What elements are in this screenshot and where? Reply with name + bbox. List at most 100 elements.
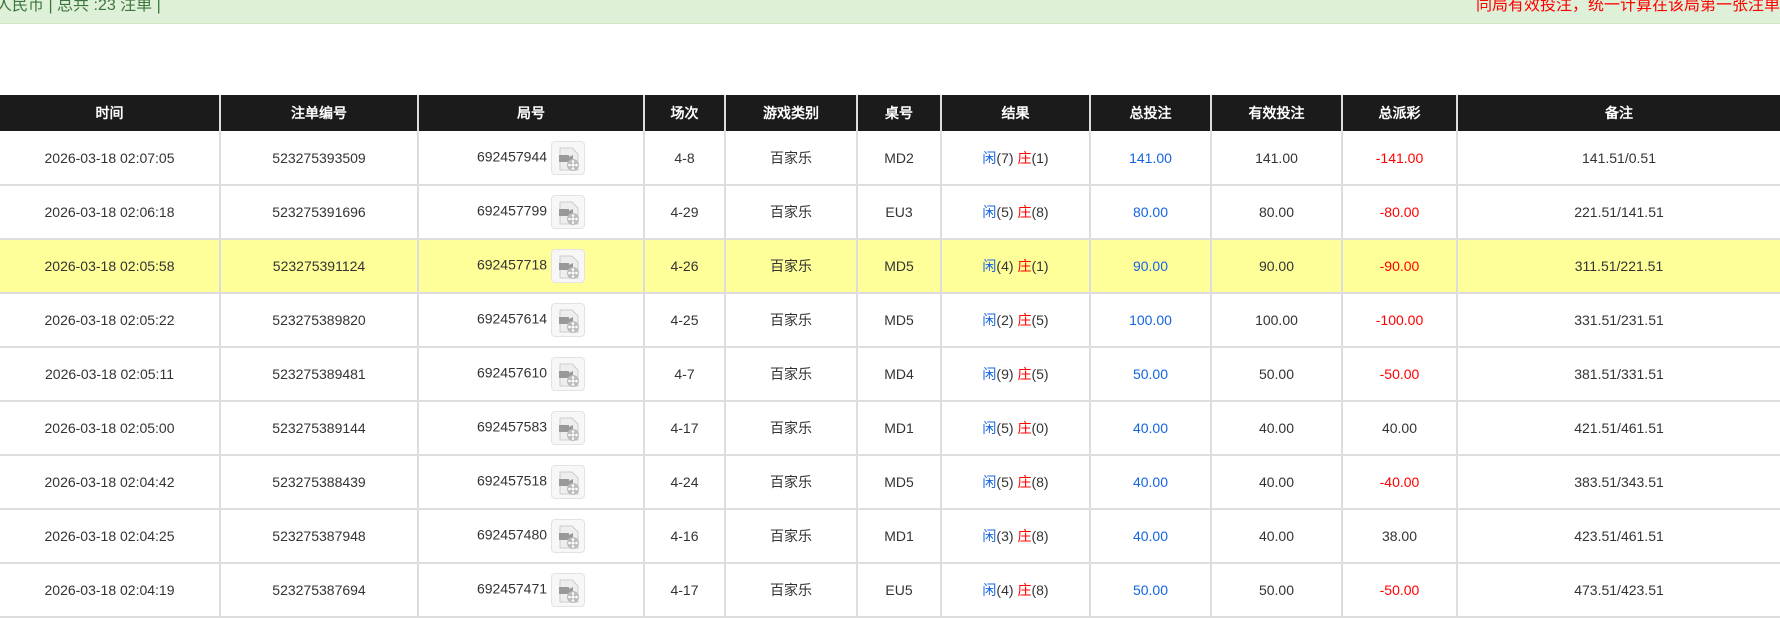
total-bet-cell: 50.00 [1089,563,1211,618]
bet-id-cell: 523275391124 [219,239,418,294]
round-id-cell: 692457583 [417,401,644,456]
payout-cell: 38.00 [1341,509,1457,564]
result-cell: 闲(2) 庄(5) [940,293,1090,348]
time-cell: 2026-03-18 02:04:42 [0,455,220,510]
total-bet-cell: 90.00 [1089,239,1211,294]
round-id: 692457518 [476,472,548,489]
payout-cell: -50.00 [1341,563,1457,618]
shoe-cell: 4-17 [643,401,725,456]
table-no-cell: MD5 [856,239,941,294]
payout-cell: -90.00 [1341,239,1457,294]
banker-score: (8) [1031,582,1049,598]
payout-cell: -100.00 [1341,293,1457,348]
video-replay-icon[interactable] [551,357,586,391]
column-header-note: 备注 [1456,95,1780,131]
game-type-cell: 百家乐 [724,455,857,510]
game-type-cell: 百家乐 [724,239,857,294]
game-type-cell: 百家乐 [724,563,857,618]
player-score: (9) [996,366,1014,382]
player-label: 闲 [982,149,997,166]
video-replay-icon[interactable] [551,303,586,337]
note-cell: 423.51/461.51 [1456,509,1780,564]
table-no-cell: MD1 [856,401,941,456]
shoe-cell: 4-26 [643,239,725,294]
note-cell: 311.51/221.51 [1456,239,1780,294]
round-id: 692457471 [476,580,548,597]
table-row: 2026-03-18 02:04:19 523275387694 692457471… [0,563,1780,618]
banker-label: 庄 [1017,474,1032,490]
player-score: (5) [996,204,1014,220]
video-replay-icon[interactable] [551,249,586,283]
table-row: 2026-03-18 02:04:25 523275387948 692457480… [0,509,1780,564]
video-replay-icon[interactable] [551,573,586,607]
bet-records-table: 时间 注单编号 局号 场次 游戏类别 桌号 结果 总投注 有效投注 总派彩 备注 2026-03-1… [0,95,1780,618]
payout-cell: -80.00 [1341,185,1457,240]
time-cell: 2026-03-18 02:05:11 [0,347,220,402]
round-id: 692457944 [476,148,548,165]
player-label: 闲 [982,204,997,220]
valid-bet-cell: 141.00 [1210,131,1342,186]
player-score: (4) [996,258,1014,274]
payout-cell: -40.00 [1341,455,1457,510]
total-bet-cell: 80.00 [1089,185,1211,240]
bet-id-cell: 523275388439 [219,455,418,510]
table-no-cell: MD4 [856,347,941,402]
table-row: 2026-03-18 02:06:18 523275391696 692457799… [0,185,1780,240]
banker-score: (5) [1031,312,1049,328]
payout-cell: -50.00 [1341,347,1457,402]
column-header-time: 时间 [0,95,220,131]
shoe-cell: 4-17 [643,563,725,618]
result-cell: 闲(3) 庄(8) [940,509,1090,564]
total-bet-cell: 40.00 [1089,509,1211,564]
player-score: (4) [996,582,1014,598]
game-type-cell: 百家乐 [724,509,857,564]
table-row: 2026-03-18 02:05:11 523275389481 692457610… [0,347,1780,402]
note-cell: 331.51/231.51 [1456,293,1780,348]
game-type-cell: 百家乐 [724,347,857,402]
summary-text: 人民币 | 总共 :23 注单 | [0,0,161,14]
video-replay-icon[interactable] [551,465,586,499]
bet-id-cell: 523275389144 [219,401,418,456]
shoe-cell: 4-24 [643,455,725,510]
bet-id-cell: 523275391696 [219,185,418,240]
table-no-cell: MD5 [856,293,941,348]
round-id: 692457583 [476,418,548,435]
round-id-cell: 692457614 [417,293,644,348]
note-cell: 381.51/331.51 [1456,347,1780,402]
round-id-cell: 692457718 [417,239,644,294]
shoe-cell: 4-16 [643,509,725,564]
column-header-valid-bet: 有效投注 [1210,95,1342,131]
game-type-cell: 百家乐 [724,185,857,240]
time-cell: 2026-03-18 02:04:25 [0,509,220,564]
banker-score: (8) [1031,528,1049,544]
summary-bar: 人民币 | 总共 :23 注单 | 同局有效投注，统一计算在该局第一张注单 [0,0,1780,24]
round-id-cell: 692457799 [417,185,644,240]
player-label: 闲 [982,258,997,274]
video-replay-icon[interactable] [551,411,586,445]
time-cell: 2026-03-18 02:07:05 [0,131,220,186]
column-header-payout: 总派彩 [1341,95,1457,131]
table-row: 2026-03-18 02:04:42 523275388439 692457518… [0,455,1780,510]
player-score: (3) [996,528,1014,544]
video-replay-icon[interactable] [551,519,586,553]
round-id-cell: 692457518 [417,455,644,510]
round-id: 692457799 [476,202,548,219]
table-no-cell: MD5 [856,455,941,510]
result-cell: 闲(7) 庄(1) [940,131,1090,186]
table-row: 2026-03-18 02:05:00 523275389144 692457583… [0,401,1780,456]
time-cell: 2026-03-18 02:05:00 [0,401,220,456]
player-label: 闲 [982,366,997,382]
table-no-cell: MD1 [856,509,941,564]
video-replay-icon[interactable] [551,195,586,229]
video-replay-icon[interactable] [551,140,586,175]
player-score: (5) [996,420,1014,436]
total-bet-cell: 100.00 [1089,293,1211,348]
note-cell: 473.51/423.51 [1456,563,1780,618]
game-type-cell: 百家乐 [724,131,857,186]
round-id-cell: 692457471 [417,563,644,618]
result-cell: 闲(4) 庄(1) [940,239,1090,294]
column-header-game-type: 游戏类别 [724,95,857,131]
result-cell: 闲(9) 庄(5) [940,347,1090,402]
player-label: 闲 [982,420,997,436]
result-cell: 闲(5) 庄(8) [940,185,1090,240]
